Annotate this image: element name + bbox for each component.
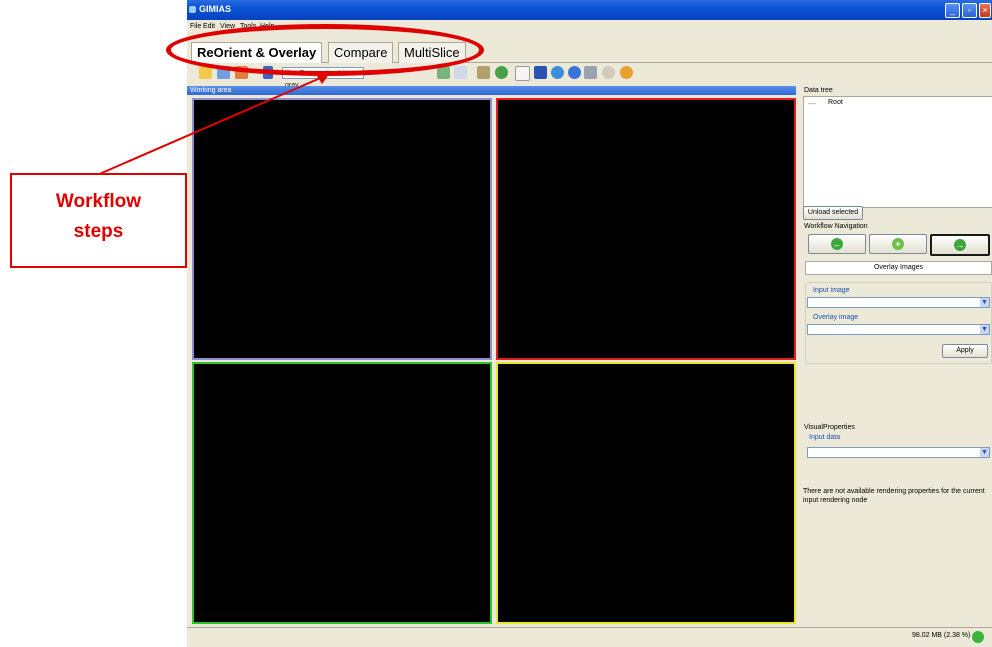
annotation-leader-line	[96, 73, 330, 176]
annotation-callout: Workflow steps	[10, 173, 187, 268]
annotation-line-1: Workflow	[55, 191, 142, 212]
annotation-line-2: steps	[73, 221, 124, 242]
